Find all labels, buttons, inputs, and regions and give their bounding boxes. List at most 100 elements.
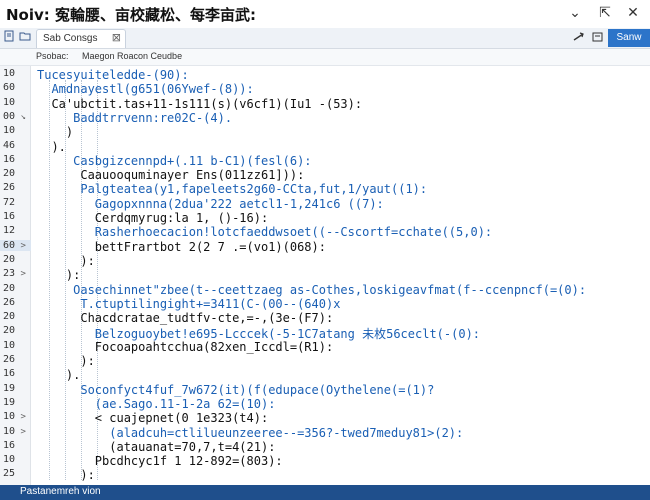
line-number: 19 [3,383,29,394]
toolbar: Sab Consgs ⊠ Sanw [0,28,650,49]
code-line[interactable]: bettFrartbot 2(2 7 .=(vo1)(068): [37,240,326,254]
line-number-text: 16 [3,368,16,380]
code-line[interactable]: (atauanat=70,7,t=4(21): [37,440,275,454]
fold-chevron-icon[interactable]: ↘ [15,112,25,122]
line-number: 10 > [3,411,29,422]
line-number-text: 16 [3,211,16,222]
code-line[interactable]: Amdnayestl(g651(06Ywef-(8)): [37,82,253,96]
code-line[interactable]: Soconfyct4fuf_7w672(it)(f(edupace(Oythel… [37,383,434,397]
code-line[interactable]: Baddtrrvenn:re02C-(4). [37,111,232,125]
code-line[interactable]: ): [37,254,94,268]
line-number: 10 [3,97,29,108]
line-number-text: 10 [3,125,16,137]
code-line[interactable]: ): [37,468,94,482]
code-line[interactable]: Oasechinnet"zbee(t--ceettzaeg as-Cothes,… [37,283,586,297]
fold-chevron-icon[interactable]: > [15,269,25,279]
line-number: 20 [3,254,29,265]
line-number-text: 10 [3,68,16,79]
window-title: Noiv: 寃輪腰、亩校藏松、每李亩武: [6,6,256,24]
line-number: 60 [3,82,29,93]
line-number: 12 [3,225,29,236]
line-number-text: 60 [3,239,16,251]
code-line[interactable]: Gagopxnnna(2dua'222 aetcl1-1,241c6 ((7): [37,197,384,211]
code-line[interactable]: Caauooquminayer Ens(011zz61])): [37,168,304,182]
code-line[interactable]: Ca'ubctit.tas+11-1s111(s)(v6cf1)(Iu1 -(5… [37,97,362,111]
file-icon[interactable] [2,30,16,44]
tab-editor[interactable]: Sab Consgs ⊠ [36,29,126,48]
tab-close-icon[interactable]: ⊠ [112,31,121,44]
line-number-text: 16 [3,153,16,165]
line-number-text: 12 [3,225,16,237]
code-editor[interactable]: Tucesyuiteledde-(90): Amdnayestl(g651(06… [31,66,650,485]
line-number-text: 16 [3,439,16,451]
line-number-text: 26 [3,296,16,308]
line-number-text: 20 [3,253,16,265]
line-number-text: 26 [3,182,16,194]
line-number-text: 10 [3,454,16,466]
close-icon[interactable]: ✕ [622,2,644,24]
code-line[interactable]: < cuajepnet(0 1e323(t4): [37,411,268,425]
line-number-text: 00 [3,110,16,122]
code-line[interactable]: Palgteatea(y1,fapeleets2g60-CCta,fut,1/y… [37,182,427,196]
line-number: 72 [3,197,29,208]
line-number: 20 [3,168,29,179]
code-line[interactable]: Chacdcratae_tudtfv-cte,=-,(3e-(F7): [37,311,333,325]
code-line[interactable]: Tucesyuiteledde-(90): [37,68,189,82]
code-line[interactable]: ): [37,354,94,368]
line-number-gutter: 10 60 10 00 ↘ 10 46 16 20 26 72 16 12 60 >20 23 >20 26… [0,66,33,485]
tab-label: Sab Consgs [43,33,98,44]
code-line[interactable]: Casbgizcennpd+(.11 b-C1)(fesl(6): [37,154,311,168]
breadcrumb-label: Psobac: [36,51,69,61]
line-number: 46 [3,140,29,151]
line-number: 20 [3,325,29,336]
fold-chevron-icon[interactable]: > [15,427,25,437]
folder-icon[interactable] [18,30,32,44]
status-text: Pastanemreh vion [20,486,101,497]
line-number: 16 [3,440,29,451]
code-line[interactable]: Focoapoahtcchua(82xen_Iccdl=(R1): [37,340,333,354]
code-line[interactable]: T.ctuptilingight+=3411(C-(00--(640)x [37,297,340,311]
line-number-text: 10 [3,411,16,423]
maximize-icon[interactable]: ⇱ [594,2,616,24]
fold-chevron-icon[interactable]: > [15,412,25,422]
line-number: 10 [3,68,29,79]
code-line[interactable]: (aladcuh=ctlilueunzeeree--=356?-twed7med… [37,426,463,440]
code-line[interactable]: ). [37,368,80,382]
line-number: 10 [3,340,29,351]
line-number-text: 25 [3,468,16,480]
line-number: 16 [3,154,29,165]
save-button[interactable]: Sanw [608,29,650,47]
title-bar: Noiv: 寃輪腰、亩校藏松、每李亩武: ⌄ ⇱ ✕ [0,0,650,29]
line-number-text: 72 [3,196,16,208]
line-number: 60 > [0,239,33,251]
line-number: 26 [3,182,29,193]
line-number-text: 10 [3,96,16,108]
redo-icon[interactable] [592,31,604,46]
code-line[interactable]: ): [37,268,80,282]
line-number-text: 46 [3,139,16,151]
line-number: 10 > [3,426,29,437]
line-number: 10 [3,454,29,465]
fold-chevron-icon[interactable]: > [15,241,25,251]
line-number-text: 20 [3,325,16,337]
line-number-text: 26 [3,354,16,365]
code-line[interactable]: ) [37,125,73,139]
line-number: 00 ↘ [3,111,29,122]
code-line[interactable]: ). [37,140,65,154]
line-number: 20 [3,283,29,294]
code-line[interactable]: Rasherhoecacion!lotcfaeddwsoet((--Cscort… [37,225,492,239]
line-number-text: 60 [3,82,16,94]
breadcrumb-value[interactable]: Maegon Roacon Ceudbe [82,51,182,61]
code-line[interactable]: (ae.Sago.11-1-2a 62=(10): [37,397,276,411]
line-number: 20 [3,311,29,322]
line-number: 25 [3,468,29,479]
undo-icon[interactable] [572,31,586,46]
minimize-icon[interactable]: ⌄ [564,2,586,24]
line-number: 10 [3,125,29,136]
line-number: 23 > [3,268,29,279]
line-number-text: 20 [3,311,16,323]
line-number-text: 10 [3,339,16,351]
code-line[interactable]: Pbcdhcyc1f 1 12-892=(803): [37,454,283,468]
line-number-text: 23 [3,268,16,280]
code-line[interactable]: Cerdqmyrug:la 1, ()-16): [37,211,268,225]
